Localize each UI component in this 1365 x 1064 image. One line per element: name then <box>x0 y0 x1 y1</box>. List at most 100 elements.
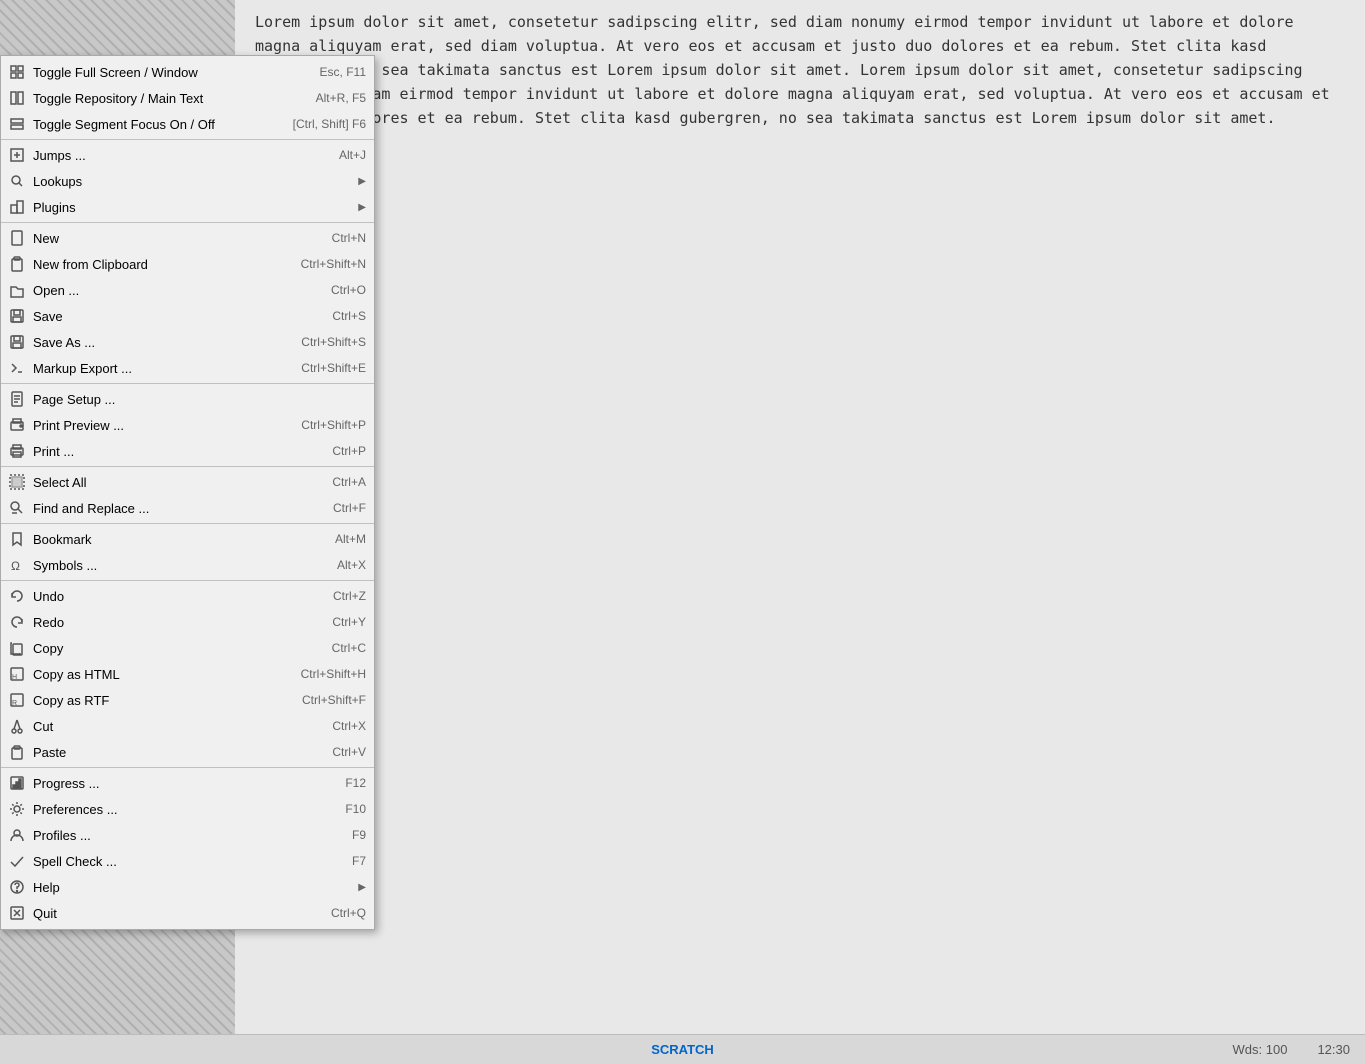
copy-rtf-shortcut: Ctrl+Shift+F <box>302 693 366 707</box>
copy-shortcut: Ctrl+C <box>332 641 366 655</box>
plugins-icon <box>5 197 29 217</box>
toggle-repo-icon <box>5 88 29 108</box>
menu-item-markup-export[interactable]: Markup Export ...Ctrl+Shift+E <box>1 355 374 381</box>
menu-item-preferences[interactable]: Preferences ...F10 <box>1 796 374 822</box>
menu-item-help[interactable]: Help ▶ <box>1 874 374 900</box>
spell-check-icon <box>5 851 29 871</box>
menu-item-profiles[interactable]: Profiles ...F9 <box>1 822 374 848</box>
toggle-segment-label: Toggle Segment Focus On / Off <box>33 117 273 132</box>
help-label: Help <box>33 880 353 895</box>
select-all-label: Select All <box>33 475 312 490</box>
copy-rtf-label: Copy as RTF <box>33 693 282 708</box>
menu-item-open[interactable]: Open ...Ctrl+O <box>1 277 374 303</box>
menu-item-copy[interactable]: CopyCtrl+C <box>1 635 374 661</box>
new-shortcut: Ctrl+N <box>332 231 366 245</box>
select-all-shortcut: Ctrl+A <box>332 475 366 489</box>
menu-item-lookups[interactable]: Lookups ▶ <box>1 168 374 194</box>
save-as-icon <box>5 332 29 352</box>
bookmark-label: Bookmark <box>33 532 315 547</box>
redo-shortcut: Ctrl+Y <box>332 615 366 629</box>
redo-label: Redo <box>33 615 312 630</box>
menu-item-symbols[interactable]: Ω Symbols ... Alt+X <box>1 552 374 578</box>
menu-item-spell-check[interactable]: Spell Check ...F7 <box>1 848 374 874</box>
symbols-shortcut: Alt+X <box>337 558 366 572</box>
menu-item-toggle-fullscreen[interactable]: Toggle Full Screen / WindowEsc, F11 <box>1 59 374 85</box>
bookmark-shortcut: Alt+M <box>335 532 366 546</box>
markup-export-icon <box>5 358 29 378</box>
context-menu: Toggle Full Screen / WindowEsc, F11Toggl… <box>0 55 375 930</box>
print-preview-shortcut: Ctrl+Shift+P <box>301 418 366 432</box>
print-shortcut: Ctrl+P <box>332 444 366 458</box>
menu-item-jumps[interactable]: Jumps ...Alt+J <box>1 142 374 168</box>
help-icon <box>5 877 29 897</box>
menu-item-new[interactable]: New Ctrl+N <box>1 225 374 251</box>
paste-shortcut: Ctrl+V <box>332 745 366 759</box>
menu-item-progress[interactable]: Progress ... F12 <box>1 770 374 796</box>
paste-icon <box>5 742 29 762</box>
cut-label: Cut <box>33 719 312 734</box>
menu-item-page-setup[interactable]: Page Setup ... <box>1 386 374 412</box>
quit-shortcut: Ctrl+Q <box>331 906 366 920</box>
spell-check-shortcut: F7 <box>352 854 366 868</box>
menu-item-cut[interactable]: CutCtrl+X <box>1 713 374 739</box>
copy-html-label: Copy as HTML <box>33 667 281 682</box>
toggle-repo-label: Toggle Repository / Main Text <box>33 91 296 106</box>
menu-item-toggle-segment[interactable]: Toggle Segment Focus On / Off[Ctrl, Shif… <box>1 111 374 137</box>
menu-item-bookmark[interactable]: Bookmark Alt+M <box>1 526 374 552</box>
page-setup-label: Page Setup ... <box>33 392 366 407</box>
new-label: New <box>33 231 312 246</box>
undo-icon <box>5 586 29 606</box>
menu-item-select-all[interactable]: Select All Ctrl+A <box>1 469 374 495</box>
symbols-icon: Ω <box>5 555 29 575</box>
status-bar: SCRATCH Wds: 100 12:30 <box>0 1034 1365 1064</box>
progress-shortcut: F12 <box>345 776 366 790</box>
bookmark-icon <box>5 529 29 549</box>
menu-item-undo[interactable]: Undo Ctrl+Z <box>1 583 374 609</box>
menu-item-toggle-repo[interactable]: Toggle Repository / Main TextAlt+R, F5 <box>1 85 374 111</box>
open-label: Open ... <box>33 283 311 298</box>
copy-html-icon: H <box>5 664 29 684</box>
open-icon <box>5 280 29 300</box>
copy-rtf-icon: R <box>5 690 29 710</box>
svg-text:R: R <box>12 700 17 707</box>
menu-item-paste[interactable]: Paste Ctrl+V <box>1 739 374 765</box>
menu-item-copy-html[interactable]: HCopy as HTMLCtrl+Shift+H <box>1 661 374 687</box>
toggle-fullscreen-label: Toggle Full Screen / Window <box>33 65 300 80</box>
jumps-label: Jumps ... <box>33 148 319 163</box>
menu-separator <box>1 580 374 581</box>
menu-item-print-preview[interactable]: Print Preview ...Ctrl+Shift+P <box>1 412 374 438</box>
preferences-icon <box>5 799 29 819</box>
save-label: Save <box>33 309 312 324</box>
svg-text:Ω: Ω <box>11 559 20 573</box>
menu-item-print[interactable]: Print ...Ctrl+P <box>1 438 374 464</box>
new-clipboard-shortcut: Ctrl+Shift+N <box>301 257 366 271</box>
menu-item-save[interactable]: Save Ctrl+S <box>1 303 374 329</box>
main-text-area: Lorem ipsum dolor sit amet, consetetur s… <box>235 0 1365 1064</box>
new-icon <box>5 228 29 248</box>
find-replace-icon <box>5 498 29 518</box>
menu-item-find-replace[interactable]: Find and Replace ...Ctrl+F <box>1 495 374 521</box>
find-replace-label: Find and Replace ... <box>33 501 313 516</box>
menu-item-new-clipboard[interactable]: New from ClipboardCtrl+Shift+N <box>1 251 374 277</box>
time-label: 12:30 <box>1317 1042 1350 1057</box>
menu-separator <box>1 523 374 524</box>
undo-label: Undo <box>33 589 313 604</box>
paste-label: Paste <box>33 745 312 760</box>
lookups-label: Lookups <box>33 174 353 189</box>
save-as-shortcut: Ctrl+Shift+S <box>301 335 366 349</box>
menu-item-redo[interactable]: Redo Ctrl+Y <box>1 609 374 635</box>
page-setup-icon <box>5 389 29 409</box>
undo-shortcut: Ctrl+Z <box>333 589 366 603</box>
redo-icon <box>5 612 29 632</box>
help-submenu-arrow: ▶ <box>358 882 366 893</box>
menu-item-quit[interactable]: QuitCtrl+Q <box>1 900 374 926</box>
symbols-label: Symbols ... <box>33 558 317 573</box>
save-shortcut: Ctrl+S <box>332 309 366 323</box>
save-as-label: Save As ... <box>33 335 281 350</box>
svg-text:H: H <box>12 674 17 681</box>
progress-label: Progress ... <box>33 776 325 791</box>
menu-item-plugins[interactable]: Plugins▶ <box>1 194 374 220</box>
lookups-submenu-arrow: ▶ <box>358 176 366 187</box>
menu-item-save-as[interactable]: Save As ... Ctrl+Shift+S <box>1 329 374 355</box>
menu-item-copy-rtf[interactable]: R Copy as RTF Ctrl+Shift+F <box>1 687 374 713</box>
